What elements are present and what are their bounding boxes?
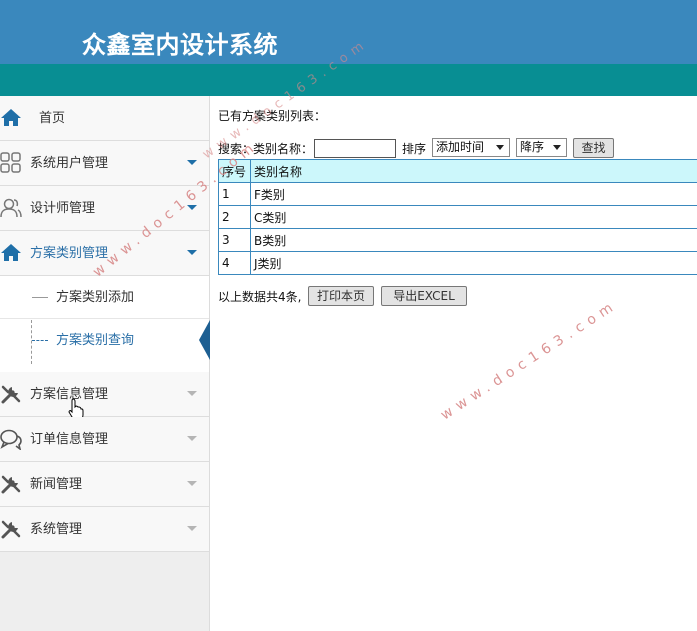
sidebar: 首页 系统用户管理 设计师管理 方案类别管理 方案类别添加 方案类别查询 方案信… bbox=[0, 96, 210, 631]
sort-label: 排序 bbox=[402, 142, 427, 156]
sidebar-item-label: 订单信息管理 bbox=[30, 432, 109, 447]
table-header-row: 序号 类别名称 bbox=[218, 159, 697, 183]
table-cell: J类别 bbox=[250, 251, 697, 275]
chevron-down-icon bbox=[187, 391, 197, 396]
submenu-item-label: 方案类别查询 bbox=[56, 333, 135, 348]
table-summary: 以上数据共4条, 打印本页 导出EXCEL bbox=[218, 286, 518, 308]
table-row: 2 C类别 bbox=[218, 205, 697, 229]
active-pointer-indicator bbox=[199, 320, 210, 360]
sidebar-item-label: 新闻管理 bbox=[30, 477, 83, 492]
chevron-down-icon bbox=[187, 481, 197, 486]
table-cell: 3 bbox=[218, 228, 251, 252]
submenu-item-add-category[interactable]: 方案类别添加 bbox=[0, 276, 209, 319]
chat-icon bbox=[0, 429, 22, 450]
sidebar-item-label: 系统管理 bbox=[30, 522, 83, 537]
sidebar-item-label: 设计师管理 bbox=[30, 201, 96, 216]
category-table: 序号 类别名称 1 F类别 2 C类别 3 B类别 4 J类别 bbox=[218, 159, 697, 275]
users-icon bbox=[0, 198, 22, 218]
header-subbar bbox=[0, 64, 697, 96]
sidebar-item-system-users[interactable]: 系统用户管理 bbox=[0, 141, 209, 186]
wrench-icon bbox=[1, 475, 21, 494]
app-title: 众鑫室内设计系统 bbox=[82, 31, 278, 59]
sort-order-value: 降序 bbox=[520, 140, 545, 154]
sidebar-item-system[interactable]: 系统管理 bbox=[0, 507, 209, 552]
submenu-item-label: 方案类别添加 bbox=[56, 290, 135, 305]
table-row: 3 B类别 bbox=[218, 228, 697, 252]
wrench-icon bbox=[1, 520, 21, 539]
category-name-input[interactable] bbox=[314, 139, 396, 158]
home-icon bbox=[1, 244, 21, 261]
search-bar: 搜索： 类别名称： 排序 添加时间 降序 查找 bbox=[218, 138, 697, 160]
sort-order-select[interactable]: 降序 bbox=[516, 138, 567, 157]
grid-icon bbox=[0, 152, 21, 173]
main-content: 已有方案类别列表： 搜索： 类别名称： 排序 添加时间 降序 查找 序号 类别名… bbox=[211, 96, 697, 631]
chevron-down-icon bbox=[553, 145, 561, 150]
wrench-icon bbox=[1, 385, 21, 404]
sidebar-item-orders[interactable]: 订单信息管理 bbox=[0, 417, 209, 462]
sort-field-value: 添加时间 bbox=[436, 140, 485, 154]
submenu-divider bbox=[0, 318, 209, 319]
tree-line bbox=[31, 320, 32, 364]
sidebar-item-scheme-info[interactable]: 方案信息管理 bbox=[0, 372, 209, 420]
table-row: 1 F类别 bbox=[218, 182, 697, 206]
table-cell: 2 bbox=[218, 205, 251, 229]
table-cell: C类别 bbox=[250, 205, 697, 229]
sidebar-item-label: 首页 bbox=[39, 111, 66, 126]
tree-connector bbox=[32, 340, 48, 341]
sort-field-select[interactable]: 添加时间 bbox=[432, 138, 510, 157]
table-cell: F类别 bbox=[250, 182, 697, 206]
chevron-down-icon bbox=[187, 436, 197, 441]
table-cell: 4 bbox=[218, 251, 251, 275]
category-name-label: 类别名称： bbox=[253, 142, 314, 156]
home-icon bbox=[1, 109, 21, 126]
chevron-down-icon bbox=[187, 250, 197, 255]
record-count-text: 以上数据共4条, bbox=[218, 290, 302, 304]
sidebar-item-label: 系统用户管理 bbox=[30, 156, 109, 171]
chevron-down-icon bbox=[496, 145, 504, 150]
chevron-down-icon bbox=[187, 160, 197, 165]
search-button[interactable]: 查找 bbox=[573, 138, 614, 158]
sidebar-item-news[interactable]: 新闻管理 bbox=[0, 462, 209, 507]
sidebar-item-home[interactable]: 首页 bbox=[0, 96, 209, 141]
table-row: 4 J类别 bbox=[218, 251, 697, 275]
print-page-button[interactable]: 打印本页 bbox=[308, 286, 374, 306]
table-cell: B类别 bbox=[250, 228, 697, 252]
table-cell: 1 bbox=[218, 182, 251, 206]
column-header-category-name: 类别名称 bbox=[250, 159, 697, 183]
tree-connector bbox=[32, 297, 48, 298]
export-excel-button[interactable]: 导出EXCEL bbox=[381, 286, 467, 306]
chevron-down-icon bbox=[187, 526, 197, 531]
